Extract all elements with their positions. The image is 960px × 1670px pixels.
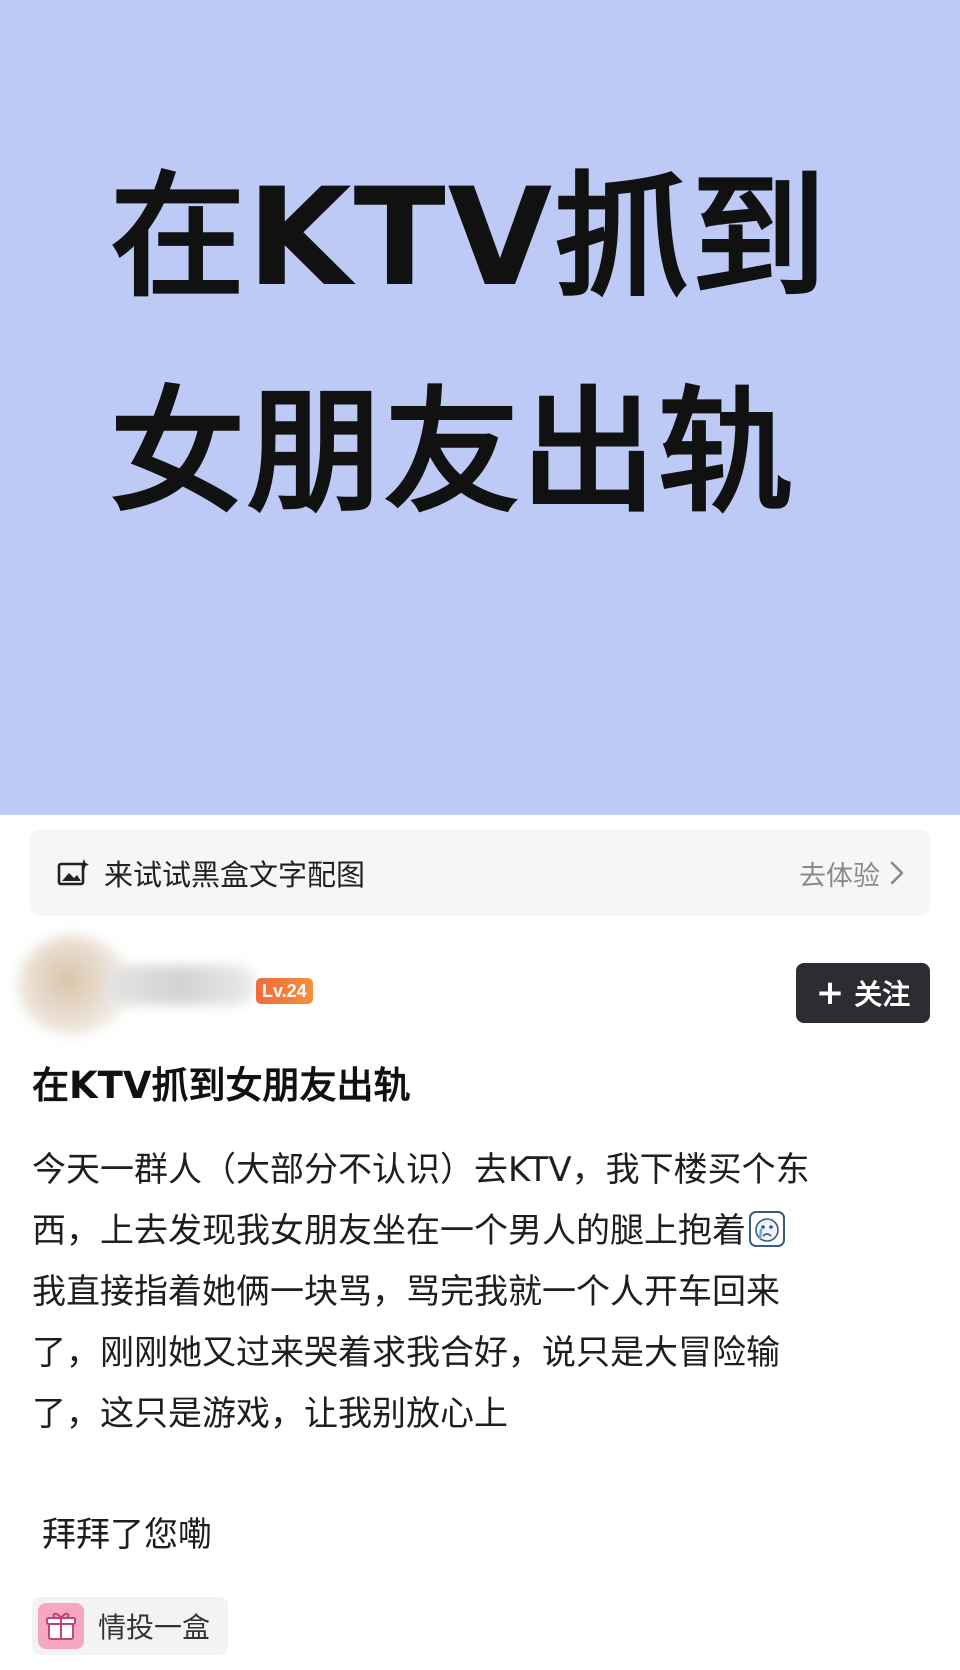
post-body: 今天一群人（大部分不认识）去KTV，我下楼买个东 西，上去发现我女朋友坐在一个男… <box>32 1140 927 1445</box>
cover-title-line1: 在KTV抓到 <box>110 159 829 316</box>
cover-image: 在KTV抓到 女朋友出轨 <box>0 0 960 815</box>
post-body-line: 我直接指着她俩一块骂，骂完我就一个人开车回来 <box>32 1272 780 1312</box>
post-body-line: 西，上去发现我女朋友坐在一个男人的腿上抱着 <box>32 1211 746 1251</box>
post-body-line: 今天一群人（大部分不认识）去KTV，我下楼买个东 <box>32 1150 810 1190</box>
post-body-line-with-emoji: 西，上去发现我女朋友坐在一个男人的腿上抱着 <box>32 1201 927 1262</box>
level-badge: Lv.24 <box>256 978 313 1004</box>
post-sign-off: 拜拜了您嘞 <box>42 1515 212 1555</box>
promo-label: 来试试黑盒文字配图 <box>104 858 366 892</box>
username-blurred[interactable] <box>106 965 256 1005</box>
plus-icon: + <box>815 973 845 1013</box>
gift-box-icon <box>38 1603 84 1649</box>
try-it-label: 去体验 <box>799 860 880 892</box>
crying-face-icon <box>748 1207 786 1247</box>
author-row: Lv.24 + 关注 <box>18 935 930 1045</box>
image-sparkle-icon <box>56 856 90 890</box>
topic-tag-label: 情投一盒 <box>98 1611 211 1644</box>
cover-title-line2: 女朋友出轨 <box>110 374 795 531</box>
try-it-link[interactable]: 去体验 <box>799 854 904 893</box>
promo-banner[interactable]: 来试试黑盒文字配图 去体验 <box>30 830 930 916</box>
post-title: 在KTV抓到女朋友出轨 <box>32 1064 411 1107</box>
post-body-line: 了，这只是游戏，让我别放心上 <box>32 1394 508 1434</box>
cover-title: 在KTV抓到 女朋友出轨 <box>110 130 890 560</box>
chevron-right-icon <box>890 861 904 885</box>
topic-tag[interactable]: 情投一盒 <box>32 1597 229 1655</box>
post-body-line: 了，刚刚她又过来哭着求我合好，说只是大冒险输 <box>32 1333 780 1373</box>
follow-label: 关注 <box>854 978 911 1011</box>
follow-button[interactable]: + 关注 <box>796 963 930 1023</box>
